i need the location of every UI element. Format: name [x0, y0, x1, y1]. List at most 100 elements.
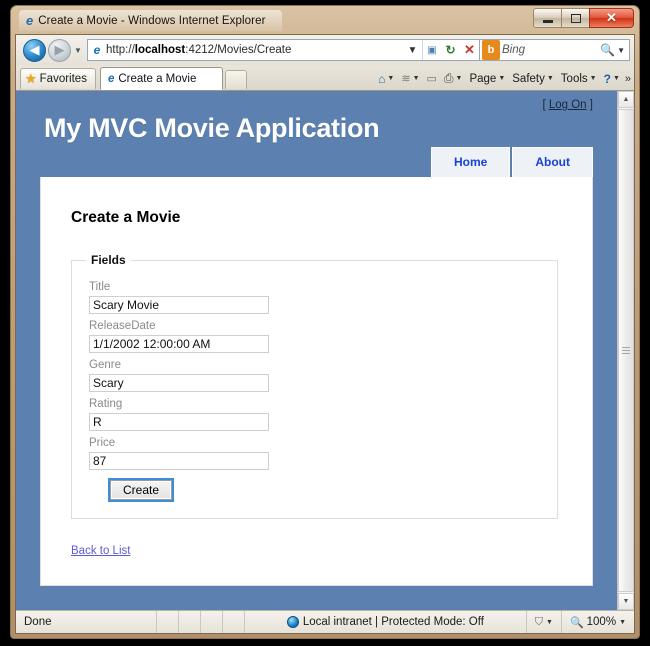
back-link-row: Back to List	[71, 541, 566, 559]
site-nav: Home About	[429, 147, 593, 177]
command-bar-overflow-button[interactable]: »	[624, 73, 631, 85]
favorites-label: Favorites	[40, 73, 87, 85]
input-title[interactable]	[89, 296, 269, 314]
home-icon: ⌂	[378, 72, 385, 86]
status-cell	[178, 611, 200, 633]
address-text: http://localhost:4212/Movies/Create	[106, 44, 403, 56]
content-panel: Create a Movie Fields Title ReleaseDate …	[40, 177, 593, 586]
chevron-down-icon: ▼	[456, 75, 463, 82]
privacy-report-icon: ⛉	[535, 616, 543, 629]
page-menu[interactable]: Page ▼	[466, 72, 508, 86]
input-rating[interactable]	[89, 413, 269, 431]
zoom-level-text: 100%	[587, 616, 616, 628]
close-button[interactable]: ✕	[589, 8, 634, 28]
label-price: Price	[89, 437, 543, 449]
tools-menu-label: Tools	[561, 73, 588, 85]
input-releasedate[interactable]	[89, 335, 269, 353]
back-to-list-link[interactable]: Back to List	[71, 545, 130, 557]
search-input[interactable]: b Bing 🔍 ▼	[480, 39, 630, 61]
minimize-button[interactable]	[533, 8, 562, 28]
logon-link[interactable]: Log On	[549, 99, 587, 111]
chevron-down-icon: ▼	[413, 75, 420, 82]
site-title: My MVC Movie Application	[44, 113, 379, 144]
status-bar: Done Local intranet | Protected Mode: Of…	[16, 610, 634, 633]
vertical-scrollbar[interactable]: ▲ ▼	[617, 91, 634, 610]
status-cell	[156, 611, 178, 633]
address-input[interactable]: e http://localhost:4212/Movies/Create ▼ …	[87, 39, 480, 61]
stop-button[interactable]: ✕	[460, 40, 479, 60]
read-mail-icon: ▭	[427, 72, 437, 85]
help-menu[interactable]: ? ▼	[601, 71, 623, 87]
safety-menu[interactable]: Safety ▼	[509, 72, 557, 86]
label-releasedate: ReleaseDate	[89, 320, 543, 332]
magnifier-icon: 🔍	[570, 616, 584, 629]
nav-item-about[interactable]: About	[512, 147, 593, 177]
search-icon[interactable]: 🔍	[600, 43, 617, 57]
refresh-button[interactable]: ↻	[441, 40, 460, 60]
site-header: [ Log On ] My MVC Movie Application Home…	[16, 91, 617, 177]
browser-client-area: ◀ ▶ ▼ e http://localhost:4212/Movies/Cre…	[15, 34, 635, 634]
maximize-button[interactable]	[561, 8, 590, 28]
status-cell	[222, 611, 244, 633]
fieldset-legend: Fields	[86, 253, 131, 267]
logon-area: [ Log On ]	[542, 99, 593, 111]
window-controls: ✕	[534, 8, 634, 28]
recent-pages-button[interactable]: ▼	[71, 46, 85, 55]
window-title-text: Create a Movie - Windows Internet Explor…	[38, 15, 265, 27]
scroll-down-button[interactable]: ▼	[618, 593, 634, 610]
forward-button[interactable]: ▶	[48, 39, 71, 62]
maximize-icon	[571, 14, 581, 23]
compatibility-view-icon[interactable]: ▣	[422, 40, 441, 60]
label-title: Title	[89, 281, 543, 293]
minimize-icon	[543, 20, 553, 23]
chevron-down-icon: ▼	[619, 619, 626, 626]
internet-explorer-icon: e	[26, 13, 33, 28]
address-dropdown-button[interactable]: ▼	[403, 40, 422, 60]
label-rating: Rating	[89, 398, 543, 410]
page-title: Create a Movie	[71, 209, 566, 227]
chevron-down-icon: ▼	[590, 75, 597, 82]
scrollbar-grip-icon	[622, 345, 630, 356]
search-placeholder-text: Bing	[502, 44, 600, 56]
submit-row: Create	[110, 480, 543, 500]
feeds-button[interactable]: ≋ ▼	[398, 71, 422, 86]
page-menu-label: Page	[469, 73, 496, 85]
forward-arrow-icon: ▶	[55, 42, 65, 58]
scrollbar-thumb[interactable]	[618, 109, 634, 592]
new-tab-button[interactable]	[225, 70, 247, 89]
privacy-report-button[interactable]: ⛉ ▼	[526, 611, 561, 633]
input-genre[interactable]	[89, 374, 269, 392]
page-favicon-icon: e	[88, 43, 106, 57]
status-text: Done	[16, 616, 156, 628]
globe-icon	[287, 616, 299, 628]
zoom-control[interactable]: 🔍 100% ▼	[561, 611, 634, 633]
status-cell	[200, 611, 222, 633]
chevron-down-icon: ▼	[547, 75, 554, 82]
back-button[interactable]: ◀	[23, 39, 46, 62]
chevron-down-icon: ▼	[546, 619, 553, 626]
security-zone-text: Local intranet | Protected Mode: Off	[303, 616, 484, 628]
search-provider-dropdown[interactable]: ▼	[617, 46, 629, 55]
title-bar: e Create a Movie - Windows Internet Expl…	[11, 6, 639, 34]
security-zone[interactable]: Local intranet | Protected Mode: Off	[244, 611, 526, 633]
input-price[interactable]	[89, 452, 269, 470]
scroll-up-button[interactable]: ▲	[618, 91, 634, 108]
command-bar: ⌂ ▼ ≋ ▼ ▭ ⎙ ▼ Page ▼	[375, 70, 634, 90]
label-genre: Genre	[89, 359, 543, 371]
tools-menu[interactable]: Tools ▼	[558, 72, 600, 86]
chevron-down-icon: ▼	[498, 75, 505, 82]
address-bar: ◀ ▶ ▼ e http://localhost:4212/Movies/Cre…	[16, 35, 634, 65]
browser-tab-create-a-movie[interactable]: e Create a Movie	[100, 67, 223, 90]
nav-item-home[interactable]: Home	[431, 147, 510, 177]
tab-favicon-icon: e	[108, 73, 114, 85]
logon-close-bracket: ]	[590, 99, 593, 111]
page-content: [ Log On ] My MVC Movie Application Home…	[16, 91, 617, 610]
create-button[interactable]: Create	[110, 480, 172, 500]
read-mail-button[interactable]: ▭	[424, 71, 440, 86]
home-button[interactable]: ⌂ ▼	[375, 71, 397, 87]
back-arrow-icon: ◀	[30, 42, 40, 58]
logon-open-bracket: [	[542, 99, 545, 111]
tab-label: Create a Movie	[118, 73, 196, 85]
favorites-button[interactable]: ★ Favorites	[20, 68, 96, 89]
print-button[interactable]: ⎙ ▼	[441, 70, 466, 87]
